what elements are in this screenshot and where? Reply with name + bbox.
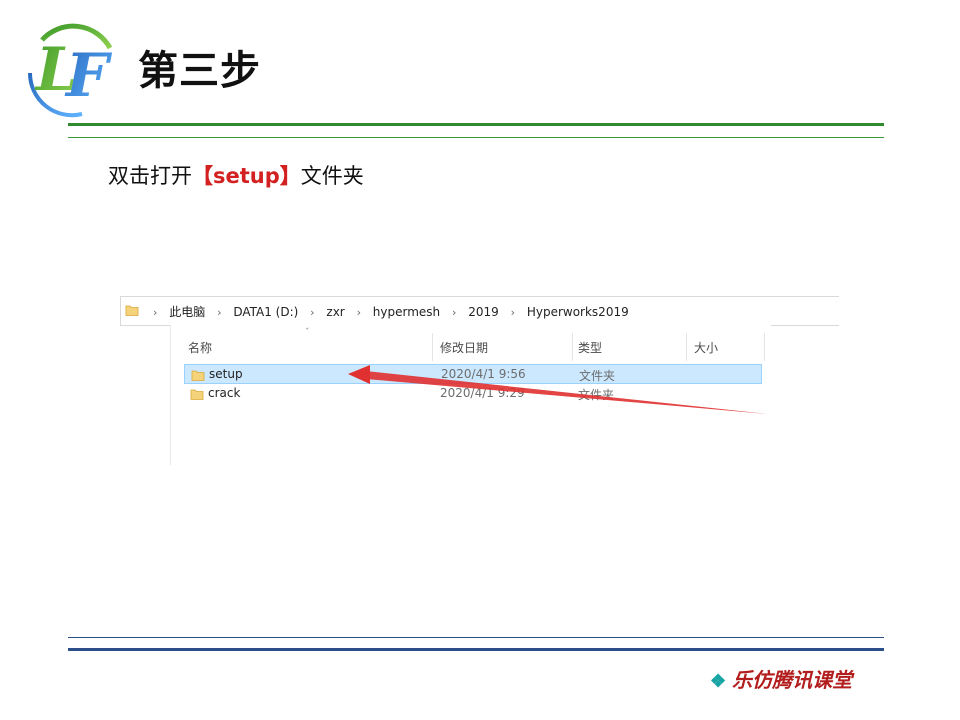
breadcrumb-item[interactable]: 2019 <box>468 305 499 319</box>
breadcrumb-item[interactable]: DATA1 (D:) <box>233 305 298 319</box>
column-divider[interactable] <box>764 333 765 361</box>
breadcrumb-item[interactable]: zxr <box>326 305 344 319</box>
footer-rule-thin <box>68 637 884 638</box>
column-divider[interactable] <box>686 333 687 361</box>
file-row-crack[interactable]: crack 2020/4/1 9:29 文件夹 <box>184 384 762 404</box>
chevron-right-icon: › <box>451 306 457 319</box>
file-date: 2020/4/1 9:56 <box>441 367 526 381</box>
column-header-size[interactable]: 大小 <box>694 339 718 356</box>
instruction-text: 双击打开【setup】文件夹 <box>108 160 364 190</box>
header-rule-thin <box>68 137 884 138</box>
chevron-right-icon: › <box>356 306 361 319</box>
file-date: 2020/4/1 9:29 <box>440 386 525 400</box>
file-row-setup[interactable]: setup 2020/4/1 9:56 文件夹 <box>184 364 762 384</box>
breadcrumb-item[interactable]: hypermesh <box>373 305 440 319</box>
chevron-right-icon: › <box>510 306 515 319</box>
breadcrumb-item[interactable]: Hyperworks2019 <box>527 305 629 319</box>
chevron-right-icon: › <box>153 306 158 319</box>
svg-text:F: F <box>64 41 113 111</box>
column-header-date[interactable]: 修改日期 <box>440 339 488 356</box>
column-header-name[interactable]: 名称 <box>188 339 212 356</box>
column-header-type[interactable]: 类型 <box>578 339 602 356</box>
file-type: 文件夹 <box>579 369 616 383</box>
chevron-right-icon: › <box>217 306 222 319</box>
file-type: 文件夹 <box>578 388 615 402</box>
instruction-highlight: 【setup】 <box>192 164 301 188</box>
breadcrumb: › 此电脑 › DATA1 (D:) › zxr › hypermesh › 2… <box>145 303 629 320</box>
chevron-right-icon: › <box>310 306 315 319</box>
diamond-cluster-icon: ❖ <box>710 671 727 692</box>
file-name: crack <box>208 386 241 400</box>
folder-icon <box>125 305 139 316</box>
folder-icon <box>191 370 205 381</box>
lf-logo: L F <box>27 23 113 118</box>
slide-title: 第三步 <box>138 48 261 94</box>
brand-name: 乐仿腾讯课堂 <box>732 668 853 692</box>
brand-footer: ❖ 乐仿腾讯课堂 <box>710 664 852 693</box>
footer-rule-thick <box>68 648 884 651</box>
folder-icon <box>190 389 204 400</box>
sort-caret-icon: ˇ <box>305 328 310 338</box>
instruction-prefix: 双击打开 <box>108 164 192 188</box>
header-rule-thick <box>68 123 884 126</box>
instruction-suffix: 文件夹 <box>300 164 364 188</box>
column-divider[interactable] <box>432 333 433 361</box>
file-name: setup <box>209 367 243 381</box>
breadcrumb-item[interactable]: 此电脑 <box>169 305 205 319</box>
column-divider[interactable] <box>572 333 573 361</box>
address-bar[interactable]: › 此电脑 › DATA1 (D:) › zxr › hypermesh › 2… <box>120 296 839 326</box>
